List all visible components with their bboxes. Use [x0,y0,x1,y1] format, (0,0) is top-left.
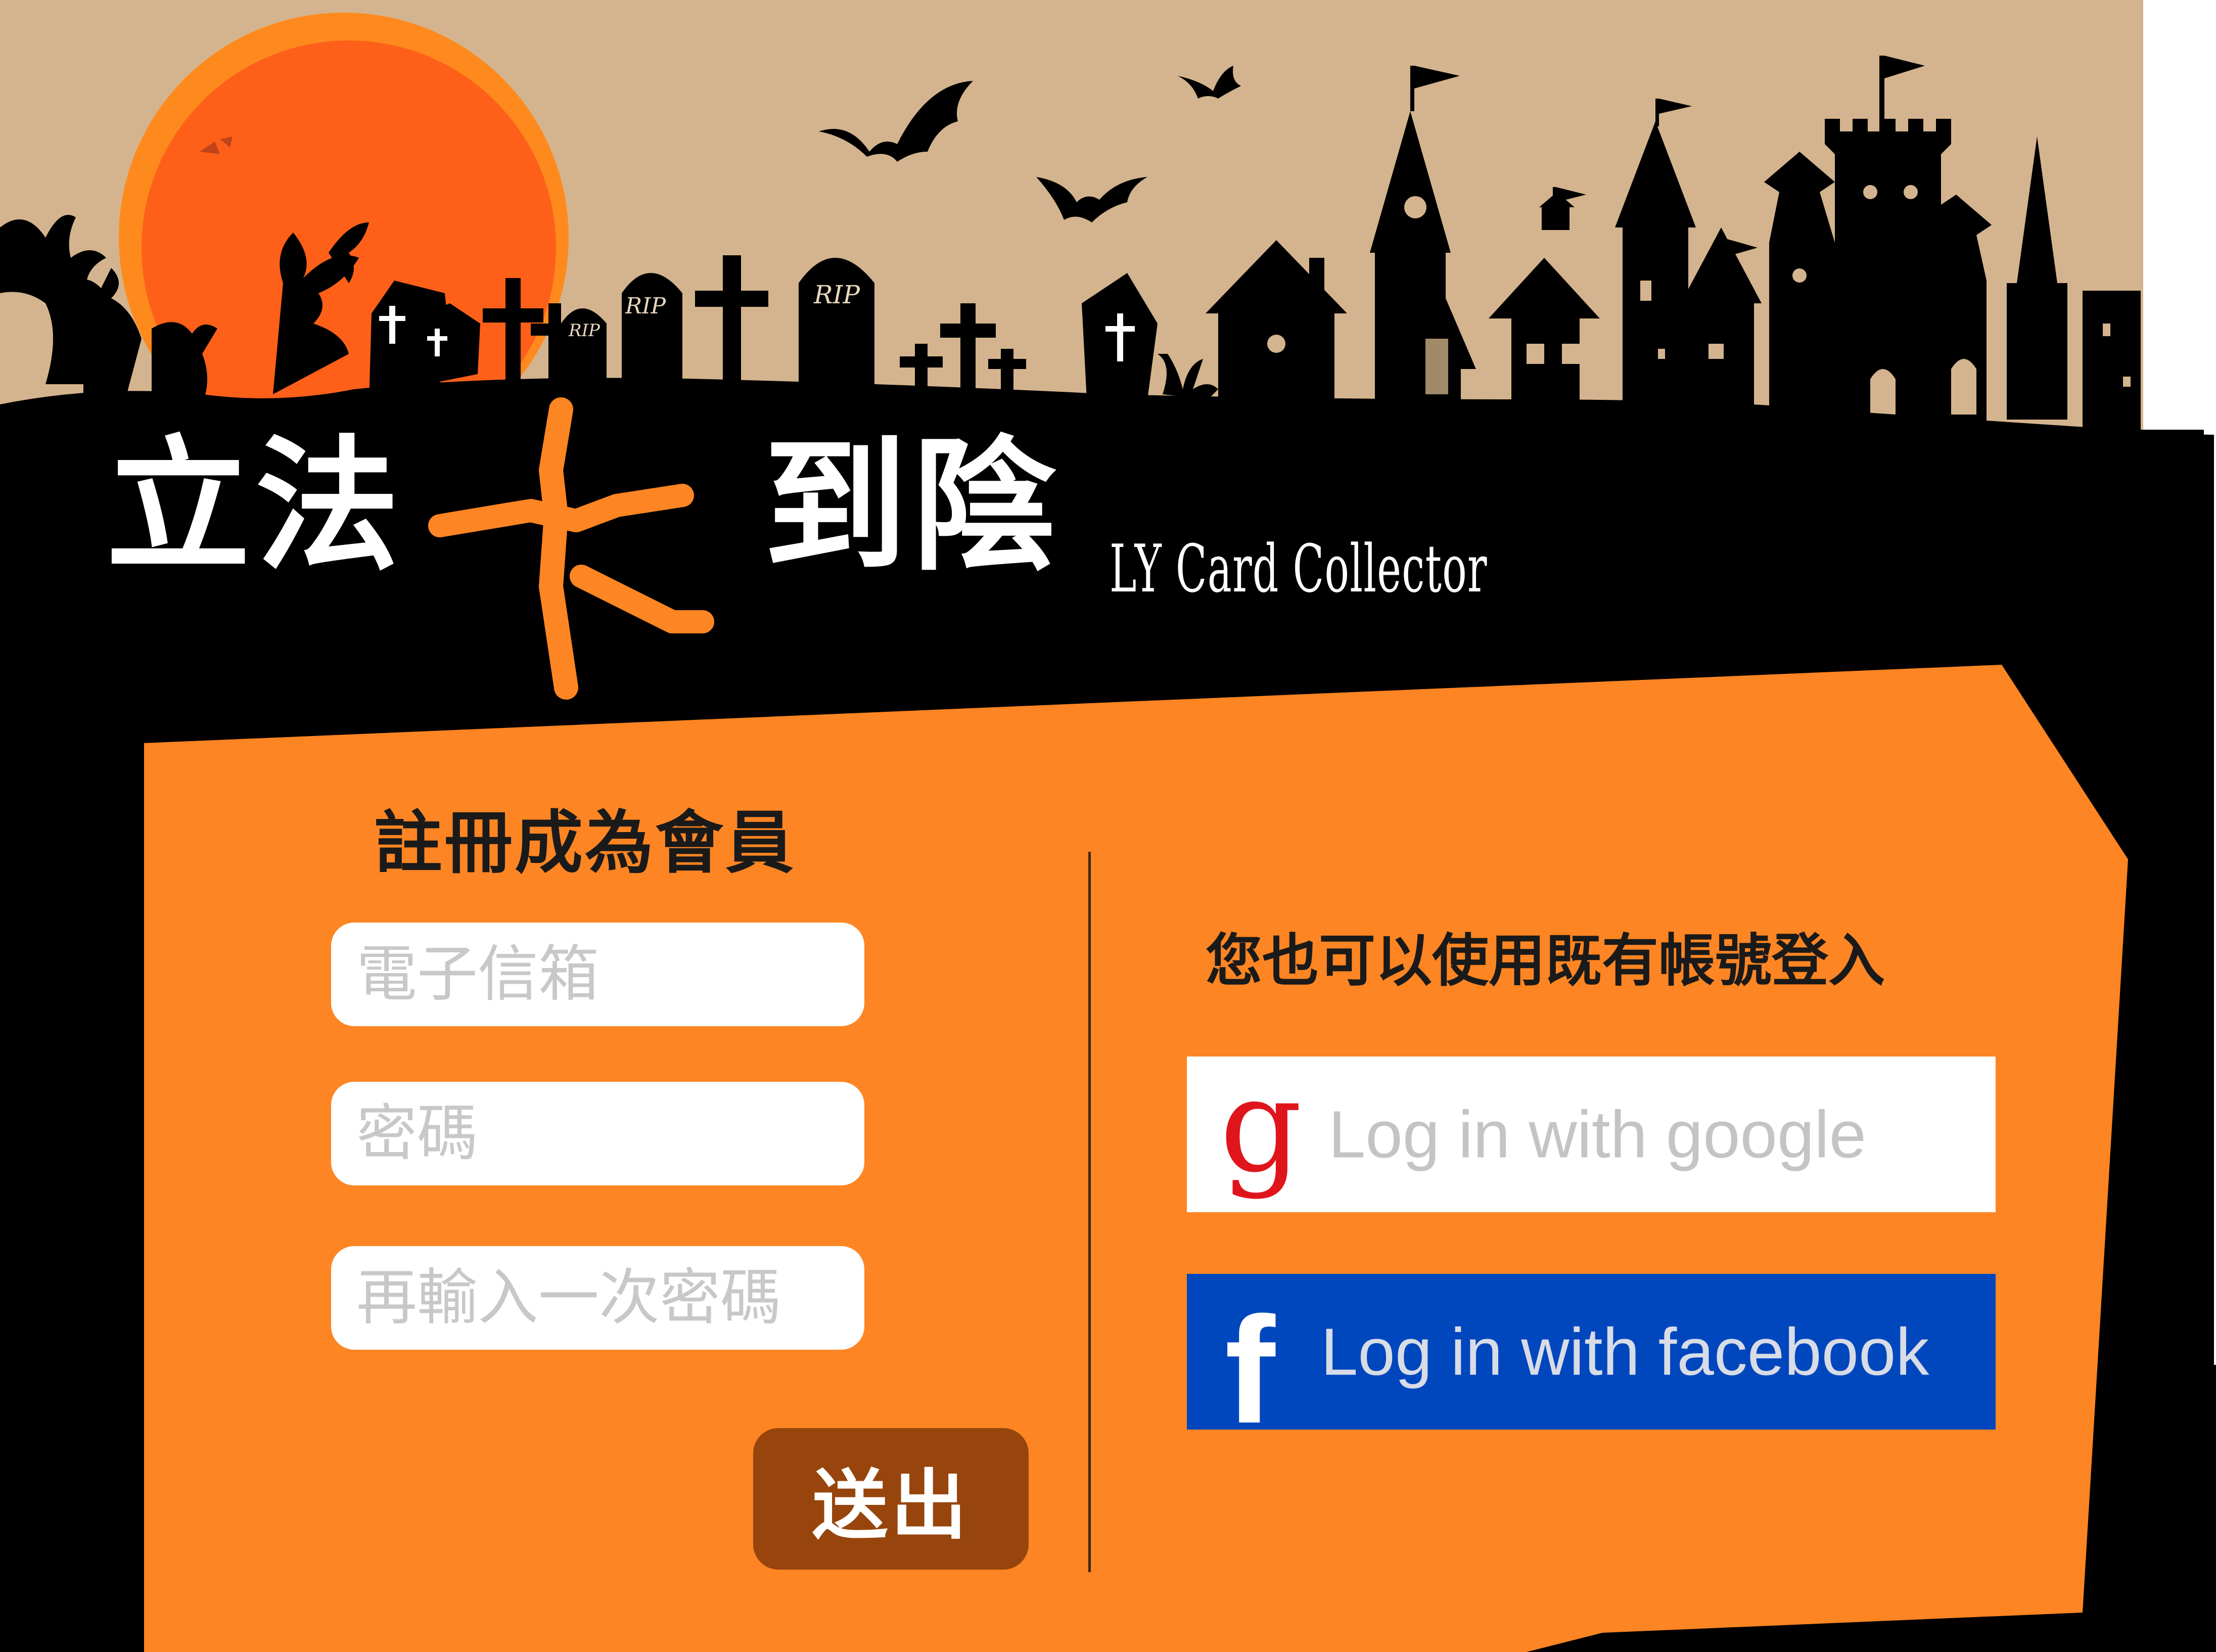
app-subtitle: LY Card Collector [1110,530,1488,607]
password-field[interactable] [331,1082,864,1185]
google-login-button[interactable]: g Log in with google [1187,1057,1996,1212]
register-title: 註冊成為會員 [374,803,796,883]
google-login-label: Log in with google [1328,1097,1867,1172]
facebook-login-label: Log in with facebook [1321,1314,1929,1389]
confirm-password-field[interactable] [331,1246,864,1350]
google-icon: g [1220,1051,1303,1201]
submit-button[interactable]: 送出 [753,1428,1029,1570]
social-login-title: 您也可以使用既有帳號登入 [1206,928,1885,994]
door [1425,339,1448,394]
app-title-left: 立法 [106,423,404,590]
facebook-icon: f [1225,1285,1275,1455]
facebook-login-button[interactable]: f Log in with facebook [1187,1274,1996,1446]
tombstone-text: RIP [813,280,860,309]
tombstone-text: RIP [568,320,601,341]
app-title-right: 到陰 [763,423,1061,590]
divider [1088,852,1091,1572]
tombstone-text: RIP [625,293,667,319]
email-field[interactable] [331,923,864,1026]
